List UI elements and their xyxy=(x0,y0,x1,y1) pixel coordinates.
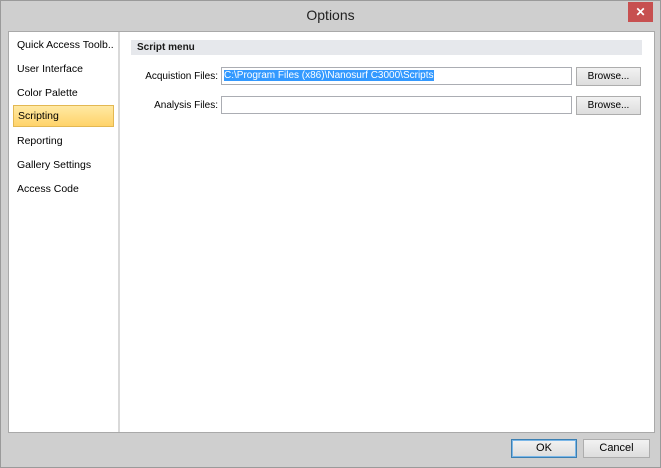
acquisition-files-value: C:\Program Files (x86)\Nanosurf C3000\Sc… xyxy=(224,70,434,81)
analysis-browse-button[interactable]: Browse... xyxy=(576,96,641,115)
close-button[interactable]: ✕ xyxy=(628,2,653,22)
section-header-script-menu: Script menu xyxy=(131,40,642,55)
nav-item-color-palette[interactable]: Color Palette xyxy=(13,82,114,104)
options-nav: Quick Access Toolb... User Interface Col… xyxy=(9,32,119,432)
nav-item-reporting[interactable]: Reporting xyxy=(13,130,114,152)
title-bar[interactable]: Options ✕ xyxy=(1,1,660,30)
nav-item-user-interface[interactable]: User Interface xyxy=(13,58,114,80)
nav-item-gallery-settings[interactable]: Gallery Settings xyxy=(13,154,114,176)
cancel-button[interactable]: Cancel xyxy=(583,439,650,458)
nav-item-quick-access-toolbar[interactable]: Quick Access Toolb... xyxy=(13,34,114,56)
acquisition-browse-button[interactable]: Browse... xyxy=(576,67,641,86)
acquisition-files-label: Acquistion Files: xyxy=(145,71,218,82)
nav-item-scripting[interactable]: Scripting xyxy=(13,105,114,127)
close-icon: ✕ xyxy=(635,5,646,19)
dialog-title: Options xyxy=(306,7,355,23)
acquisition-files-input[interactable]: C:\Program Files (x86)\Nanosurf C3000\Sc… xyxy=(221,67,572,85)
ok-button[interactable]: OK xyxy=(511,439,577,458)
nav-item-access-code[interactable]: Access Code xyxy=(13,178,114,200)
options-dialog: Options ✕ Quick Access Toolb... User Int… xyxy=(0,0,661,468)
analysis-files-input[interactable] xyxy=(221,96,572,114)
scripting-panel: Script menu Acquistion Files: C:\Program… xyxy=(120,32,654,432)
dialog-body: Quick Access Toolb... User Interface Col… xyxy=(8,31,655,433)
analysis-files-label: Analysis Files: xyxy=(154,100,218,111)
